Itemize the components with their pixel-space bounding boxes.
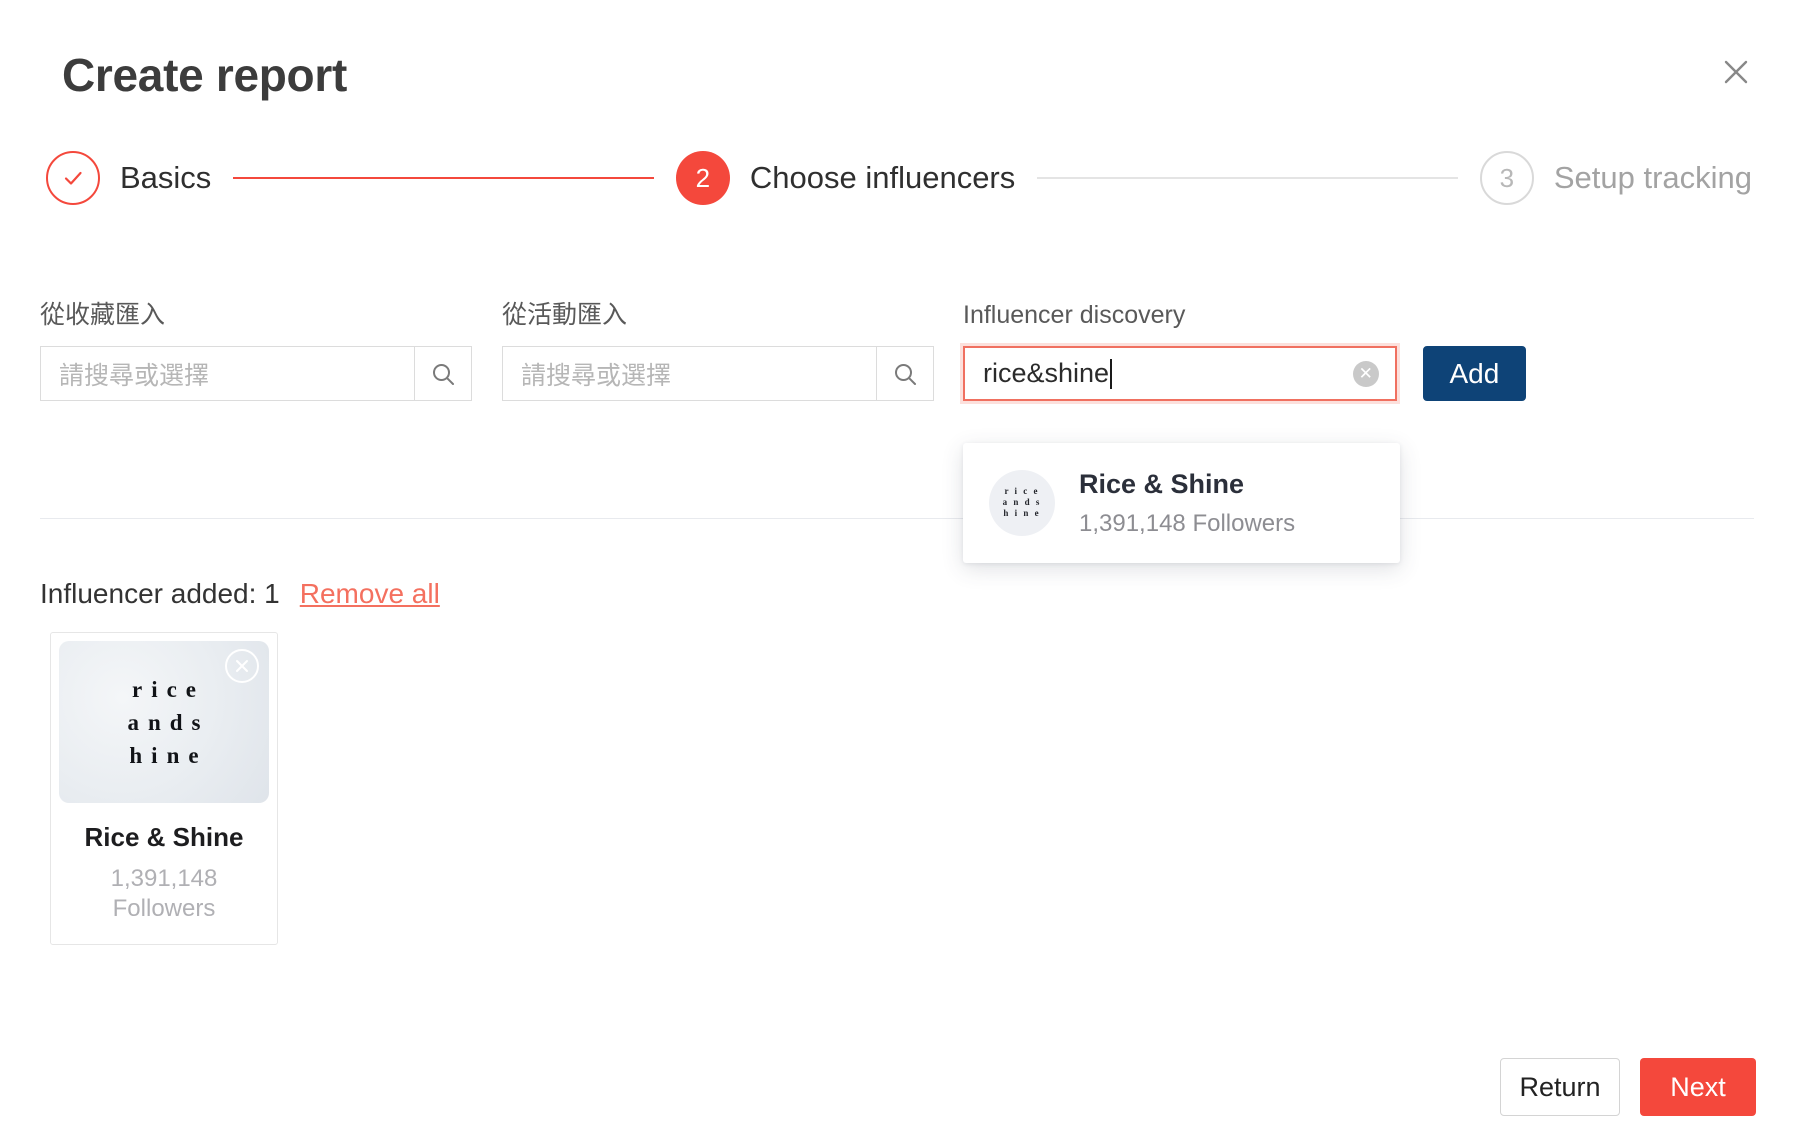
campaign-input[interactable]: 請搜尋或選擇 — [502, 346, 876, 401]
suggestion-name: Rice & Shine — [1079, 469, 1245, 499]
step-choose-influencers[interactable]: 2 Choose influencers — [675, 151, 1016, 205]
step-connector-1 — [233, 177, 654, 179]
search-icon[interactable] — [876, 346, 934, 401]
close-icon[interactable] — [1712, 48, 1760, 96]
return-button[interactable]: Return — [1500, 1058, 1620, 1116]
remove-circle-icon[interactable] — [225, 649, 259, 683]
list-item[interactable]: r i c e a n d s h i n e Rice & Shine 1,3… — [963, 457, 1400, 549]
clear-circle-icon[interactable]: ✕ — [1352, 360, 1379, 387]
campaign-input-group: 請搜尋或選擇 — [502, 346, 934, 401]
search-icon[interactable] — [414, 346, 472, 401]
step-connector-2 — [1037, 177, 1458, 179]
avatar-logo-text: r i c e a n d s h i n e — [1002, 486, 1042, 519]
step-setup-tracking[interactable]: 3 Setup tracking — [1479, 151, 1752, 205]
influencer-photo: rice ands hine — [59, 641, 269, 803]
remove-all-link[interactable]: Remove all — [300, 578, 440, 610]
discovery-row: rice&shine ✕ Add — [963, 346, 1526, 401]
section-divider — [40, 518, 1754, 519]
influencer-followers: 1,391,148 Followers — [65, 864, 263, 924]
discovery-input-value: rice&shine — [983, 358, 1110, 388]
footer-actions: Return Next — [1500, 1058, 1756, 1116]
discovery-search-input[interactable]: rice&shine ✕ — [963, 346, 1397, 401]
field-import-from-favorites: 從收藏匯入 請搜尋或選擇 — [40, 300, 472, 401]
field-label-discovery: Influencer discovery — [963, 301, 1186, 329]
field-import-from-campaign: 從活動匯入 請搜尋或選擇 — [502, 300, 934, 401]
step-2-label: Choose influencers — [749, 160, 1016, 195]
suggestion-info: Rice & Shine 1,391,148 Followers — [1079, 467, 1295, 539]
favorites-input-group: 請搜尋或選擇 — [40, 346, 472, 401]
step-3-label: Setup tracking — [1553, 160, 1752, 195]
influencer-card-body: Rice & Shine 1,391,148 Followers — [51, 803, 277, 944]
influencer-followers-label: Followers — [112, 894, 216, 922]
next-button[interactable]: Next — [1640, 1058, 1756, 1116]
step-3-number: 3 — [1479, 151, 1534, 205]
step-1-label: Basics — [120, 160, 212, 195]
step-1-check-icon — [46, 151, 100, 205]
text-caret — [1110, 358, 1113, 389]
add-button[interactable]: Add — [1422, 346, 1526, 401]
influencer-followers-count: 1,391,148 — [110, 864, 218, 892]
step-2-number: 2 — [675, 151, 730, 205]
influencer-added-summary: Influencer added: 1 Remove all — [40, 578, 440, 610]
stepper: Basics 2 Choose influencers 3 Setup trac… — [46, 148, 1752, 208]
influencer-added-count: Influencer added: 1 — [40, 578, 280, 609]
create-report-modal: Create report Basics 2 Choose influencer… — [0, 0, 1798, 1140]
avatar: r i c e a n d s h i n e — [989, 469, 1055, 536]
suggestion-followers: 1,391,148 Followers — [1079, 510, 1296, 538]
discovery-suggestions-dropdown: r i c e a n d s h i n e Rice & Shine 1,3… — [963, 443, 1400, 563]
influencer-card[interactable]: rice ands hine Rice & Shine 1,391,148 Fo… — [50, 632, 278, 945]
page-title: Create report — [62, 49, 347, 101]
favorites-input[interactable]: 請搜尋或選擇 — [40, 346, 414, 401]
influencer-name: Rice & Shine — [84, 822, 244, 852]
field-label-campaign: 從活動匯入 — [502, 301, 628, 329]
field-influencer-discovery: Influencer discovery rice&shine ✕ Add — [963, 300, 1526, 401]
influencer-photo-logo-text: rice ands hine — [127, 676, 210, 768]
field-label-favorites: 從收藏匯入 — [40, 301, 166, 329]
step-basics[interactable]: Basics — [46, 151, 211, 205]
